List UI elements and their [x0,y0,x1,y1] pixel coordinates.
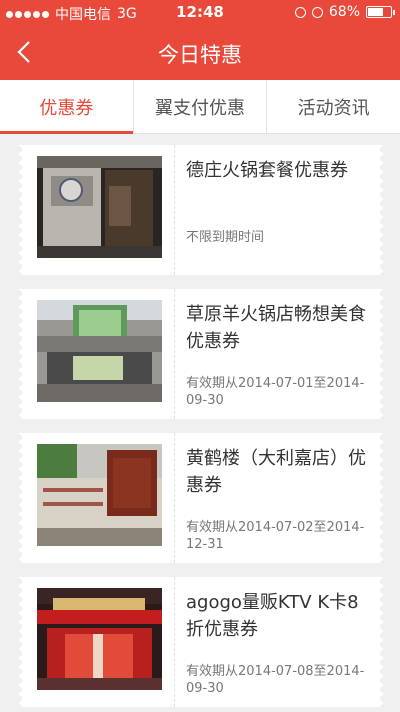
page-title: 今日特惠 [158,43,242,67]
coupon-image [37,444,162,546]
battery-icon [366,6,395,18]
coupon-image [37,588,162,690]
coupon-title: 草原羊火锅店畅想美食优惠券 [186,304,366,352]
coupon-title: 黄鹤楼（大利嘉店）优惠券 [186,448,366,496]
battery-percent: 68% [328,4,360,20]
tab-news[interactable]: 活动资讯 [267,80,400,133]
coupon-validity: 有效期从2014-07-02至2014-12-31 [186,520,365,552]
status-right: 68% [294,4,395,20]
tab-yipay-offers[interactable]: 翼支付优惠 [134,80,268,133]
rotation-lock-icon [294,6,306,18]
coupon-title: 德庄火锅套餐优惠券 [186,160,348,181]
coupon-image [37,156,162,258]
coupon-card[interactable]: 黄鹤楼（大利嘉店）优惠券 有效期从2014-07-02至2014-12-31 [15,433,387,563]
coupon-validity: 有效期从2014-07-01至2014-09-30 [186,376,365,408]
coupon-image [37,300,162,402]
coupon-validity: 不限到期时间 [186,230,265,245]
coupon-list: 德庄火锅套餐优惠券 不限到期时间 草原羊火锅店畅想美食优惠券 有效期从2014-… [0,134,400,712]
nav-bar: 今日特惠 [0,24,400,80]
coupon-card[interactable]: 德庄火锅套餐优惠券 不限到期时间 [15,145,387,275]
coupon-validity: 有效期从2014-07-08至2014-09-30 [186,664,365,696]
tab-coupons[interactable]: 优惠券 [0,80,134,134]
coupon-title: agogo量贩KTV K卡8折优惠券 [186,592,359,640]
status-bar: 中国电信 3G 12:48 68% [0,0,400,24]
tab-bar: 优惠券 翼支付优惠 活动资讯 [0,80,400,134]
coupon-card[interactable]: 草原羊火锅店畅想美食优惠券 有效期从2014-07-01至2014-09-30 [15,289,387,419]
alarm-icon [311,6,323,18]
coupon-card[interactable]: agogo量贩KTV K卡8折优惠券 有效期从2014-07-08至2014-0… [15,577,387,707]
